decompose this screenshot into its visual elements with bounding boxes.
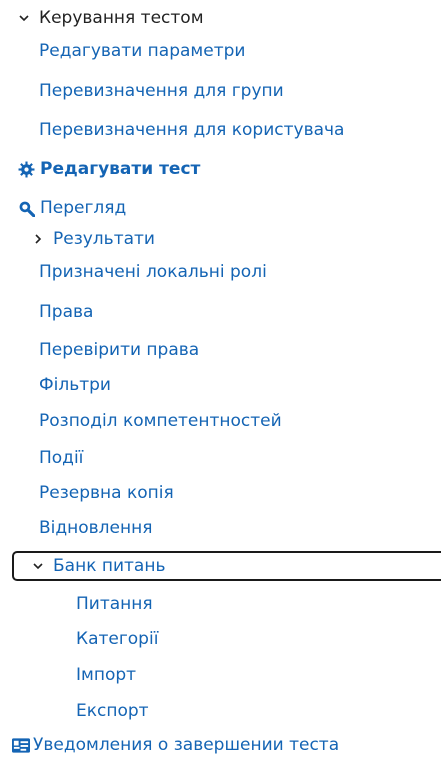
- link-label: Експорт: [76, 701, 149, 721]
- link-label: Питання: [76, 594, 153, 614]
- link-competency[interactable]: Розподіл компетентностей: [39, 405, 282, 437]
- link-label: Перевизначення для користувача: [39, 120, 345, 140]
- tree-label: Керування тестом: [39, 8, 204, 28]
- link-export[interactable]: Експорт: [76, 695, 149, 727]
- link-label: Резервна копія: [39, 483, 174, 503]
- tree-node-test-management[interactable]: Керування тестом: [17, 2, 204, 34]
- link-label: Категорії: [76, 629, 159, 649]
- link-import[interactable]: Імпорт: [76, 659, 136, 691]
- link-events[interactable]: Події: [39, 442, 83, 474]
- link-label: Права: [39, 302, 94, 322]
- link-label: Уведомления о завершении теста: [33, 735, 340, 755]
- tree-node-question-bank[interactable]: Банк питань: [31, 550, 165, 582]
- card-icon: [12, 736, 30, 754]
- tree-label: Банк питань: [53, 556, 166, 576]
- link-preview[interactable]: Перегляд: [17, 192, 126, 224]
- link-label: Перевірити права: [39, 340, 200, 360]
- link-local-roles[interactable]: Призначені локальні ролі: [39, 256, 267, 288]
- chevron-down-icon: [17, 11, 31, 25]
- link-restore[interactable]: Відновлення: [39, 512, 152, 544]
- link-label: Редагувати тест: [40, 159, 201, 179]
- link-permissions[interactable]: Права: [39, 296, 93, 328]
- link-group-overrides[interactable]: Перевизначення для групи: [39, 75, 284, 107]
- link-label: Перевизначення для групи: [39, 81, 284, 101]
- link-backup[interactable]: Резервна копія: [39, 477, 174, 509]
- link-label: Редагувати параметри: [39, 41, 246, 61]
- link-categories[interactable]: Категорії: [76, 623, 158, 655]
- link-edit-test[interactable]: Редагувати тест: [17, 153, 200, 185]
- link-check-permissions[interactable]: Перевірити права: [39, 334, 199, 366]
- magnify-icon: [17, 199, 35, 217]
- link-label: Фільтри: [39, 375, 111, 395]
- link-label: Відновлення: [39, 518, 153, 538]
- link-filters[interactable]: Фільтри: [39, 369, 111, 401]
- tree-node-results[interactable]: Результати: [31, 223, 155, 255]
- link-label: Призначені локальні ролі: [39, 262, 267, 282]
- link-label: Імпорт: [76, 665, 137, 685]
- link-label: Перегляд: [40, 198, 127, 218]
- link-completion-notice[interactable]: Уведомления о завершении теста: [12, 729, 339, 761]
- link-label: Події: [39, 448, 84, 468]
- chevron-down-icon: [31, 559, 45, 573]
- chevron-right-icon: [31, 232, 45, 246]
- link-user-overrides[interactable]: Перевизначення для користувача: [39, 114, 344, 146]
- gear-icon: [17, 160, 35, 178]
- link-label: Розподіл компетентностей: [39, 411, 282, 431]
- tree-label: Результати: [53, 229, 155, 249]
- link-edit-settings[interactable]: Редагувати параметри: [39, 35, 245, 67]
- link-questions[interactable]: Питання: [76, 588, 153, 620]
